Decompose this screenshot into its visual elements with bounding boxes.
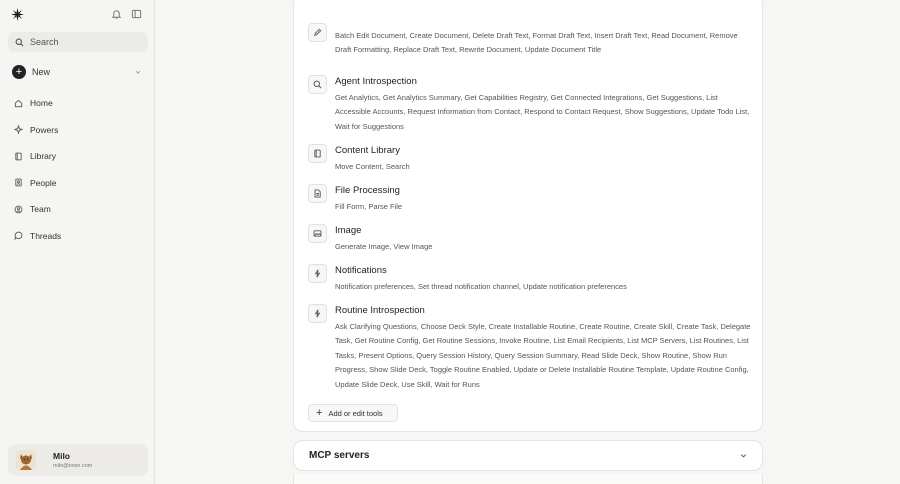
plus-icon: + [12,65,26,79]
user-profile[interactable]: Milo milo@town.com [8,444,148,476]
search-placeholder: Search [30,37,59,47]
library-icon [15,152,22,161]
sidebar-toggle-icon[interactable] [131,8,142,20]
tool-group-description: Get Analytics, Get Analytics Summary, Ge… [335,93,750,131]
tool-group-icon [308,224,327,243]
tool-group-description: Notification preferences, Set thread not… [335,282,627,291]
powers-icon [14,125,23,135]
sidebar-item-threads[interactable]: Threads [14,230,61,242]
tool-group-icon [308,144,327,163]
threads-icon [14,232,23,241]
home-icon [14,99,23,107]
sidebar: Search + New Home Powers Library People … [0,0,155,484]
bolt-icon [314,309,321,318]
sidebar-item-label: People [30,177,57,188]
image-icon [313,230,322,237]
tool-group-description: Batch Edit Document, Create Document, De… [335,31,738,55]
tool-group-title: Notifications [335,265,387,276]
add-tools-label: Add or edit tools [328,408,383,418]
user-name: Milo [53,451,70,461]
user-email: milo@town.com [53,463,93,469]
file-icon [314,189,321,198]
tool-group-description: Generate Image, View Image [335,242,433,251]
tool-group-icon [308,184,327,203]
new-button[interactable]: + New [12,65,147,79]
sidebar-item-label: Powers [30,124,59,135]
tools-panel: Batch Edit Document, Create Document, De… [293,0,763,432]
mcp-servers-section[interactable]: MCP servers [293,440,763,471]
book-icon [314,149,321,158]
chevron-down-icon[interactable] [134,68,142,76]
sidebar-item-team[interactable]: Team [14,203,61,215]
avatar [16,450,36,470]
tool-group-title: File Processing [335,185,400,196]
people-icon [15,178,22,187]
app-logo-icon[interactable] [11,8,24,21]
mcp-servers-title: MCP servers [309,450,370,461]
tool-group-icon [308,304,327,323]
tool-group-description: Ask Clarifying Questions, Choose Deck St… [335,322,751,389]
search-icon [15,38,24,46]
search-icon [313,80,322,89]
sidebar-item-label: Library [30,151,56,162]
tool-group-title: Content Library [335,145,400,156]
chevron-down-icon[interactable] [739,451,748,460]
bell-icon[interactable] [111,8,122,20]
new-label: New [32,67,51,77]
tool-group-description: Move Content, Search [335,162,410,171]
sidebar-item-people[interactable]: People [14,177,61,189]
tool-group-title: Agent Introspection [335,76,417,87]
plus-icon: + [316,406,323,419]
tool-group-title: Image [335,225,362,236]
sidebar-item-powers[interactable]: Powers [14,124,61,136]
tool-group-title: Routine Introspection [335,305,425,316]
sidebar-nav: Home Powers Library People Team Threads [14,97,61,257]
tool-group-icon [308,264,327,283]
add-or-edit-tools-button[interactable]: + Add or edit tools [308,404,398,422]
next-section-edge [293,474,763,484]
sidebar-item-label: Threads [30,230,62,241]
team-icon [14,205,23,214]
sidebar-item-label: Home [30,98,53,108]
main-content: Batch Edit Document, Create Document, De… [155,0,900,484]
tool-group-icon [308,23,327,42]
bolt-icon [314,269,321,278]
pen-icon [314,28,322,36]
sidebar-item-label: Team [30,204,51,215]
tool-group-description: Fill Form, Parse File [335,202,403,211]
sidebar-item-library[interactable]: Library [14,150,61,162]
search-input[interactable]: Search [8,32,148,52]
tool-group-icon [308,75,327,94]
sidebar-item-home[interactable]: Home [14,97,61,109]
